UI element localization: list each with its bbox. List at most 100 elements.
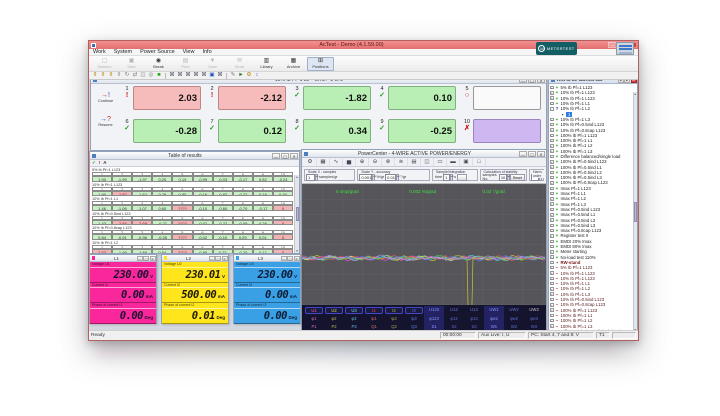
channel-U1[interactable]: U1 xyxy=(305,307,323,314)
current-x-icon[interactable]: ☒ xyxy=(176,72,184,79)
power-source-icon[interactable] xyxy=(616,42,634,55)
energy-x-icon[interactable]: ☒ xyxy=(200,72,208,79)
position-value-display[interactable]: 2.03 xyxy=(133,86,201,110)
tree-expand-box[interactable]: - xyxy=(550,107,554,111)
integration-presets-button[interactable] xyxy=(457,174,467,181)
phasor-ui-icon[interactable]: ⊗ xyxy=(382,158,395,166)
channel-I1[interactable]: I1 xyxy=(365,307,383,314)
start-button[interactable]: ▣Start xyxy=(118,57,145,71)
tree-expand-box[interactable]: + xyxy=(550,134,554,138)
channel-13[interactable]: φ13 xyxy=(464,315,484,324)
scope-x-icon[interactable]: ☒ xyxy=(216,72,224,79)
tree-expand-box[interactable]: + xyxy=(550,218,554,222)
session-button[interactable]: ▢Session xyxy=(91,57,118,71)
tree-expand-box[interactable]: + xyxy=(550,245,554,249)
abc-icon[interactable]: A xyxy=(103,160,106,166)
stop-icon[interactable]: ▬ xyxy=(447,158,460,166)
results-close-button[interactable]: ✕ xyxy=(290,153,298,159)
tree-expand-box[interactable]: + xyxy=(550,324,554,328)
position-value-display[interactable]: -0.25 xyxy=(388,119,456,143)
test-panel-close-button[interactable]: ✕ xyxy=(631,80,637,83)
tree-expand-box[interactable]: + xyxy=(550,282,554,286)
channel-U13[interactable]: U13 xyxy=(464,306,484,315)
exclaim-icon[interactable]: ! xyxy=(99,160,101,166)
histogram-icon[interactable]: ▅ xyxy=(343,158,356,166)
positions-close-button[interactable]: ✕ xyxy=(537,80,545,83)
results-scrollbar[interactable]: ▲▼ xyxy=(294,175,299,253)
tree-expand-box[interactable]: + xyxy=(550,102,554,106)
channel-2[interactable]: φ2 xyxy=(324,315,344,324)
integration-time-input[interactable]: 1 xyxy=(443,174,450,181)
tree-expand-box[interactable]: + xyxy=(550,208,554,212)
sort-icon[interactable]: ↕ xyxy=(253,72,261,79)
integration-time-spinner[interactable]: ▴▾ xyxy=(450,174,453,181)
channel-w3[interactable]: φw3 xyxy=(524,315,544,324)
meter-title-bar[interactable]: L2—▢✕ xyxy=(162,255,228,262)
channel-w1[interactable]: φw1 xyxy=(484,315,504,324)
meter-close-button[interactable]: ✕ xyxy=(222,256,228,261)
channel-U12[interactable]: U12 xyxy=(444,306,464,315)
powercenter-graph[interactable]: 5 smp/grad0.002 %/grad0.02 °/grad xyxy=(302,184,546,305)
cursor-icon[interactable]: ► xyxy=(237,72,245,79)
voltage-x-icon[interactable]: ☒ xyxy=(168,72,176,79)
phasor-i-icon[interactable]: ⊖ xyxy=(369,158,382,166)
meter-minimize-button[interactable]: — xyxy=(281,256,287,261)
results-minimize-button[interactable]: — xyxy=(272,153,280,159)
wrench-icon[interactable]: ⚙ xyxy=(245,72,253,79)
powercenter-maximize-button[interactable]: ▢ xyxy=(528,151,536,157)
position-value-display[interactable]: -1.82 xyxy=(303,86,371,110)
library-button[interactable]: ▥Library xyxy=(253,57,280,71)
positions-button[interactable]: ⊞Positions xyxy=(307,57,334,71)
tree-expand-box[interactable]: + xyxy=(550,314,554,318)
scale-y-accuracy-input[interactable]: 0.001 xyxy=(359,174,372,181)
tools-icon[interactable]: ⚙ xyxy=(304,158,317,166)
check-icon[interactable]: ✓ xyxy=(92,160,96,166)
tree-expand-box[interactable]: + xyxy=(550,255,554,259)
tree-expand-box[interactable]: + xyxy=(550,176,554,180)
stability-reset-button[interactable]: Reset xyxy=(510,174,525,181)
continue-button[interactable]: →! Continue xyxy=(93,86,118,108)
tree-expand-box[interactable]: + xyxy=(550,298,554,302)
pencil-icon[interactable]: ✎ xyxy=(229,72,237,79)
tree-expand-box[interactable]: + xyxy=(550,149,554,153)
channel-U3[interactable]: U3 xyxy=(345,307,363,314)
resume-button[interactable]: →? Resume xyxy=(93,110,118,132)
tree-expand-box[interactable]: + xyxy=(550,240,554,244)
channel-U123[interactable]: U123 xyxy=(424,306,444,315)
test-tree-scrollbar[interactable]: ▲▼ xyxy=(633,92,638,332)
tree-expand-box[interactable]: + xyxy=(550,271,554,275)
save-button[interactable]: ▼Save xyxy=(199,57,226,71)
meter-title-bar[interactable]: L1—▢✕ xyxy=(90,255,156,262)
phasor-u-icon[interactable]: ⊕ xyxy=(356,158,369,166)
tree-expand-box[interactable]: + xyxy=(550,187,554,191)
menu-info[interactable]: Info xyxy=(198,49,215,56)
channel-3[interactable]: ψ3 xyxy=(404,315,424,324)
tree-expand-box[interactable]: + xyxy=(550,171,554,175)
tree-expand-box[interactable]: + xyxy=(550,266,554,270)
power-x-icon[interactable]: ☒ xyxy=(184,72,192,79)
coil-4-icon[interactable]: ¢ xyxy=(115,72,123,79)
coil-2-icon[interactable]: ¢ xyxy=(99,72,107,79)
rotate-icon[interactable]: ↻ xyxy=(123,72,131,79)
channel-UW1[interactable]: UW1 xyxy=(484,306,504,315)
tree-expand-box[interactable]: + xyxy=(550,229,554,233)
results-title-bar[interactable]: Table of results — ▢ ✕ xyxy=(90,152,299,160)
powercenter-minimize-button[interactable]: — xyxy=(519,151,527,157)
channel-12[interactable]: φ12 xyxy=(444,315,464,324)
position-value-display[interactable] xyxy=(473,86,541,110)
tree-expand-box[interactable]: + xyxy=(550,123,554,127)
results-maximize-button[interactable]: ▢ xyxy=(281,153,289,159)
position-value-display[interactable]: -2.12 xyxy=(218,86,286,110)
grid-icon[interactable]: ▦ xyxy=(317,158,330,166)
channel-3[interactable]: φ3 xyxy=(344,315,364,324)
test-panel-next-button[interactable]: ▸ xyxy=(624,80,630,83)
meter-minimize-button[interactable]: — xyxy=(137,256,143,261)
coil-1-icon[interactable]: ¢ xyxy=(91,72,99,79)
meter-maximize-button[interactable]: ▢ xyxy=(287,256,293,261)
position-value-display[interactable]: 0.12 xyxy=(218,119,286,143)
tree-expand-box[interactable]: + xyxy=(550,144,554,148)
tree-expand-box[interactable]: + xyxy=(550,128,554,132)
stability-samples-input[interactable]: 10 xyxy=(499,174,507,181)
scale-x-spinner[interactable]: ▴▾ xyxy=(315,174,318,181)
meter-minimize-button[interactable]: — xyxy=(209,256,215,261)
